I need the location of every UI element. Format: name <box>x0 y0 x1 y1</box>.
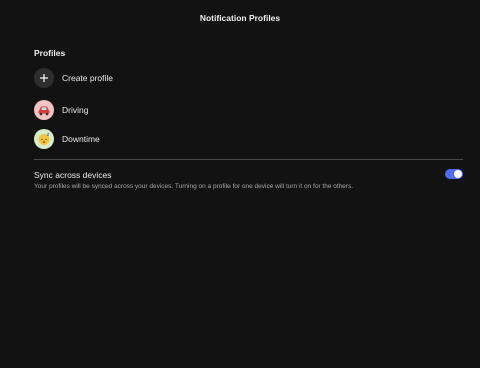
profile-item-driving[interactable]: Driving <box>34 100 88 120</box>
plus-icon <box>34 68 54 88</box>
sync-across-devices-title: Sync across devices <box>34 170 112 180</box>
sleeping-face-icon <box>34 129 54 149</box>
toggle-knob <box>454 170 462 178</box>
create-profile-button[interactable]: Create profile <box>34 68 113 88</box>
section-divider <box>34 159 463 160</box>
profiles-section-title: Profiles <box>34 48 66 58</box>
profile-item-downtime-label: Downtime <box>62 134 100 144</box>
create-profile-label: Create profile <box>62 73 114 83</box>
notification-profiles-page: Notification Profiles Profiles Create pr… <box>0 0 480 368</box>
profile-item-downtime[interactable]: Downtime <box>34 129 100 149</box>
sync-across-devices-toggle[interactable] <box>445 169 463 179</box>
profile-item-driving-label: Driving <box>62 105 89 115</box>
sync-across-devices-description: Your profiles will be synced across your… <box>34 183 354 190</box>
car-icon <box>34 100 54 120</box>
page-title: Notification Profiles <box>199 13 281 23</box>
